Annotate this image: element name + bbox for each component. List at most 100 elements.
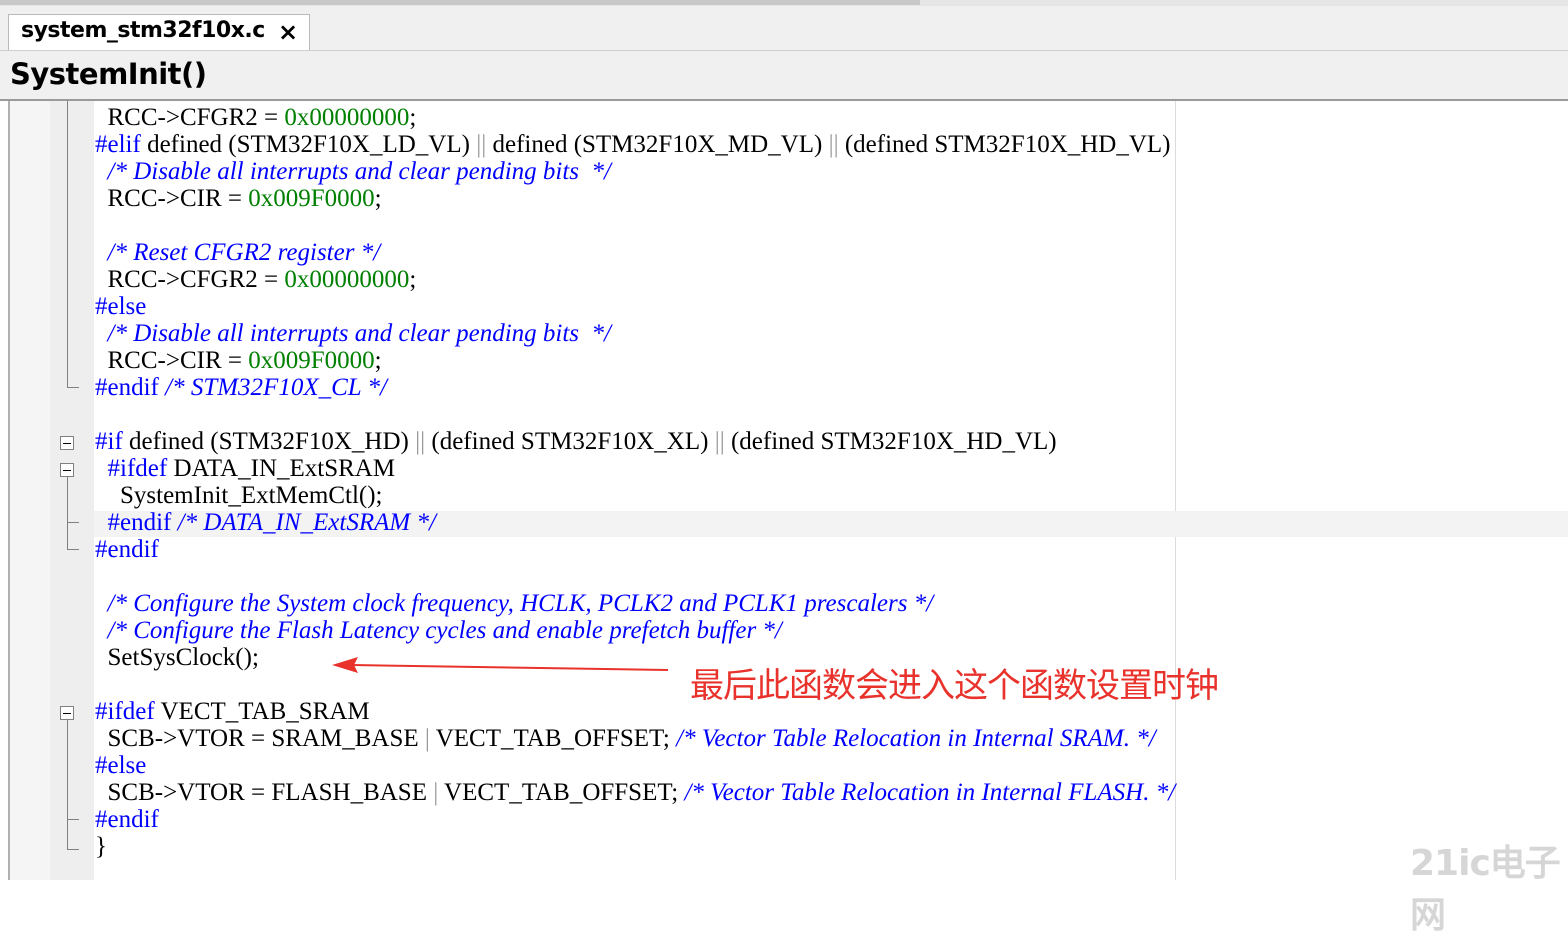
code-token: ; — [374, 347, 382, 374]
code-token: #else — [95, 752, 147, 779]
line-number-margin — [50, 101, 94, 880]
watermark-logo: 21ic电子网 — [1410, 843, 1561, 936]
current-function-name: SystemInit() — [10, 57, 207, 91]
fold-line — [67, 477, 68, 549]
code-line[interactable]: /* Disable all interrupts and clear pend… — [95, 158, 1175, 185]
code-token: /* Vector Table Relocation in Internal F… — [684, 779, 1176, 806]
code-line[interactable] — [95, 212, 1175, 239]
code-token: #endif — [95, 374, 159, 401]
code-token: 0x009F0000 — [248, 347, 375, 374]
code-token: || — [714, 428, 725, 455]
code-token: VECT_TAB_OFFSET; — [429, 725, 677, 752]
fold-line — [67, 101, 68, 387]
code-line[interactable] — [95, 563, 1175, 590]
annotation-text: 最后此函数会进入这个函数设置时钟 — [690, 666, 1219, 706]
code-token: #elif — [95, 131, 141, 158]
code-line[interactable]: #ifdef DATA_IN_ExtSRAM — [95, 455, 1175, 482]
code-line[interactable]: #if defined (STM32F10X_HD) || (defined S… — [95, 428, 1175, 455]
code-line[interactable] — [95, 401, 1175, 428]
code-line[interactable]: /* Disable all interrupts and clear pend… — [95, 320, 1175, 347]
code-editor[interactable]: RCC->CFGR2 = 0x00000000; #elif defined (S… — [0, 101, 1568, 880]
code-line[interactable]: #else — [95, 752, 1175, 779]
close-icon[interactable]: × — [275, 19, 301, 45]
code-token: /* Reset CFGR2 register */ — [107, 239, 381, 266]
code-line[interactable]: #endif — [95, 806, 1175, 833]
tab-bar: system_stm32f10x.c × — [0, 6, 1568, 51]
code-token: VECT_TAB_OFFSET; — [438, 779, 685, 806]
code-token: 0x00000000 — [284, 266, 410, 293]
code-token: /* Disable all interrupts and clear pend… — [107, 320, 611, 347]
fold-collapse-icon[interactable] — [60, 436, 74, 450]
code-token: VECT_TAB_SRAM — [154, 698, 370, 725]
code-line[interactable]: RCC->CIR = 0x009F0000; — [95, 347, 1175, 374]
code-line[interactable]: #endif /* DATA_IN_ExtSRAM */ — [95, 509, 1175, 536]
code-line[interactable]: #elif defined (STM32F10X_LD_VL) || defin… — [95, 131, 1175, 158]
code-line[interactable]: SCB->VTOR = SRAM_BASE | VECT_TAB_OFFSET;… — [95, 725, 1175, 752]
code-line[interactable]: SCB->VTOR = FLASH_BASE | VECT_TAB_OFFSET… — [95, 779, 1176, 806]
code-token: /* Vector Table Relocation in Internal S… — [676, 725, 1156, 752]
code-token: SetSysClock(); — [107, 644, 259, 671]
code-line[interactable]: #endif — [95, 536, 1175, 563]
code-line[interactable]: /* Configure the System clock frequency,… — [95, 590, 1175, 617]
code-token: defined (STM32F10X_HD) — [122, 428, 416, 455]
scrollbar-thumb[interactable] — [0, 0, 920, 5]
code-line[interactable]: RCC->CFGR2 = 0x00000000; — [95, 266, 1175, 293]
code-token: defined (STM32F10X_LD_VL) — [140, 131, 477, 158]
code-token: /* STM32F10X_CL */ — [165, 374, 387, 401]
code-token: 0x009F0000 — [248, 185, 375, 212]
fold-collapse-icon[interactable] — [60, 463, 74, 477]
code-text[interactable]: RCC->CFGR2 = 0x00000000; #elif defined (S… — [95, 104, 1175, 860]
code-token: /* Configure the System clock frequency,… — [107, 590, 934, 617]
code-token: #ifdef — [95, 698, 155, 725]
code-line[interactable]: #endif /* STM32F10X_CL */ — [95, 374, 1175, 401]
fold-end-tick — [67, 522, 79, 523]
code-line[interactable]: } — [95, 833, 1175, 860]
code-token: } — [95, 833, 107, 860]
code-token: 0x00000000 — [284, 104, 410, 131]
tab-system-stm32f10x-c[interactable]: system_stm32f10x.c × — [8, 14, 310, 50]
code-token: RCC->CFGR2 = — [107, 266, 285, 293]
fold-line — [67, 720, 68, 849]
code-token: /* DATA_IN_ExtSRAM */ — [177, 509, 436, 536]
code-token: DATA_IN_ExtSRAM — [167, 455, 396, 482]
code-token: (defined STM32F10X_HD_VL) — [838, 131, 1171, 158]
code-token: || — [415, 428, 426, 455]
code-token: || — [828, 131, 839, 158]
function-navigation-bar: SystemInit() — [0, 51, 1568, 101]
code-line[interactable]: #else — [95, 293, 1175, 320]
tab-label: system_stm32f10x.c — [21, 18, 265, 43]
code-token: #ifdef — [107, 455, 168, 482]
code-token: SystemInit_ExtMemCtl(); — [120, 482, 383, 509]
code-line[interactable]: /* Reset CFGR2 register */ — [95, 239, 1175, 266]
breakpoint-gutter[interactable] — [10, 101, 50, 880]
code-token: RCC->CIR = — [107, 185, 249, 212]
code-token: || — [476, 131, 487, 158]
code-line[interactable]: RCC->CIR = 0x009F0000; — [95, 185, 1175, 212]
fold-end-tick — [67, 549, 79, 550]
code-line[interactable]: RCC->CFGR2 = 0x00000000; — [95, 104, 1175, 131]
code-token: #endif — [95, 806, 159, 833]
code-token: ; — [409, 104, 417, 131]
code-token: RCC->CFGR2 = — [107, 104, 285, 131]
code-line[interactable]: SystemInit_ExtMemCtl(); — [95, 482, 1175, 509]
fold-collapse-icon[interactable] — [60, 706, 74, 720]
code-token: ; — [409, 266, 417, 293]
red-arrow-icon — [332, 657, 669, 673]
code-token: #endif — [95, 536, 159, 563]
code-token: RCC->CIR = — [107, 347, 249, 374]
fold-end-tick — [67, 819, 79, 820]
code-token: ; — [374, 185, 382, 212]
